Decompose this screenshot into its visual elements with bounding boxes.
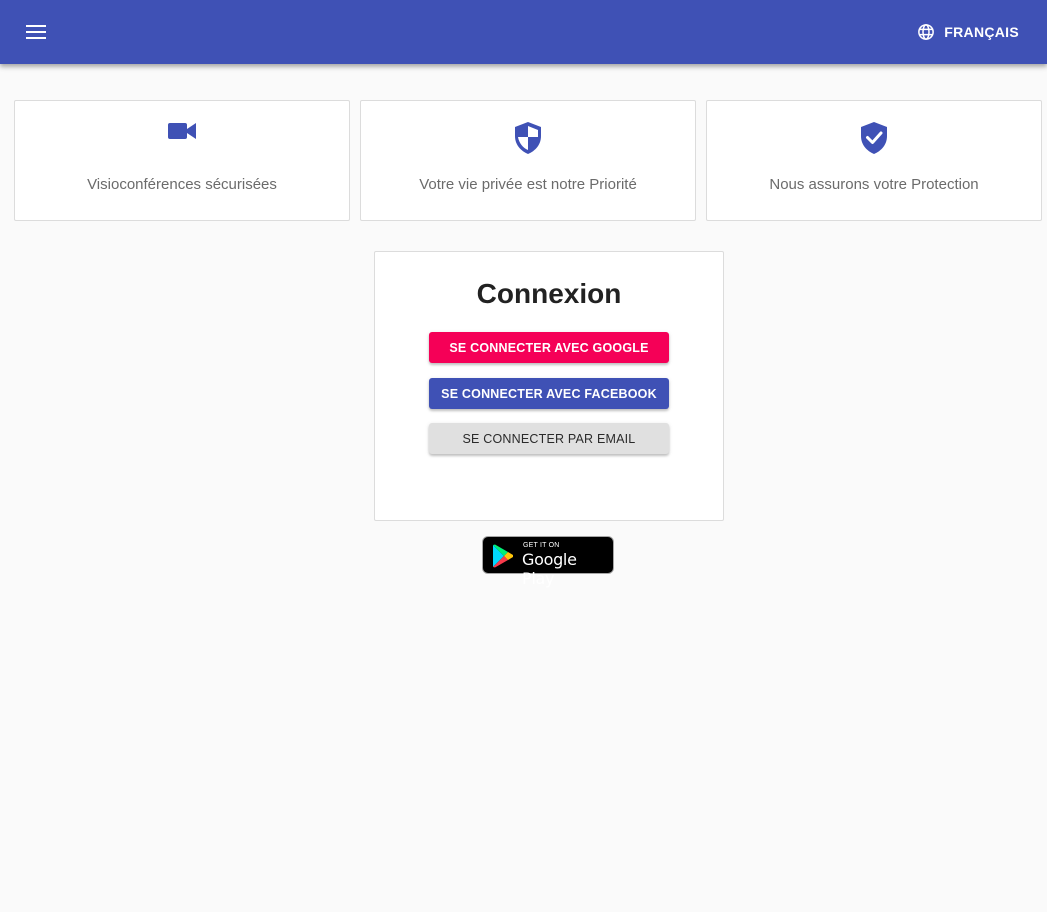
email-login-button[interactable]: SE CONNECTER PAR EMAIL [429,423,669,454]
feature-card-video: Visioconférences sécurisées [14,100,350,221]
login-card: Connexion SE CONNECTER AVEC GOOGLE SE CO… [374,251,724,521]
feature-text: Votre vie privée est notre Priorité [419,176,637,193]
feature-card-privacy: Votre vie privée est notre Priorité [360,100,696,221]
menu-button[interactable] [16,12,56,52]
features-row: Visioconférences sécurisées Votre vie pr… [14,100,1042,221]
language-button[interactable]: FRANÇAIS [917,14,1019,50]
feature-text: Nous assurons votre Protection [769,176,979,193]
play-badge-title: Google Play [522,550,577,588]
feature-text: Visioconférences sécurisées [87,176,277,193]
feature-card-protection: Nous assurons votre Protection [706,100,1042,221]
shield-icon [514,121,542,155]
google-play-badge[interactable]: GET IT ON Google Play [482,536,614,588]
google-login-button[interactable]: SE CONNECTER AVEC GOOGLE [429,332,669,363]
globe-icon [917,23,935,41]
login-title: Connexion [476,278,622,309]
app-bar: FRANÇAIS [0,0,1047,64]
videocam-icon [168,121,196,141]
language-label: FRANÇAIS [944,24,1019,40]
google-play-logo-icon [491,544,515,573]
verified-shield-icon [860,121,888,155]
facebook-login-button[interactable]: SE CONNECTER AVEC FACEBOOK [429,378,669,409]
play-badge-small-text: GET IT ON [523,542,560,549]
hamburger-menu-icon [26,25,46,39]
